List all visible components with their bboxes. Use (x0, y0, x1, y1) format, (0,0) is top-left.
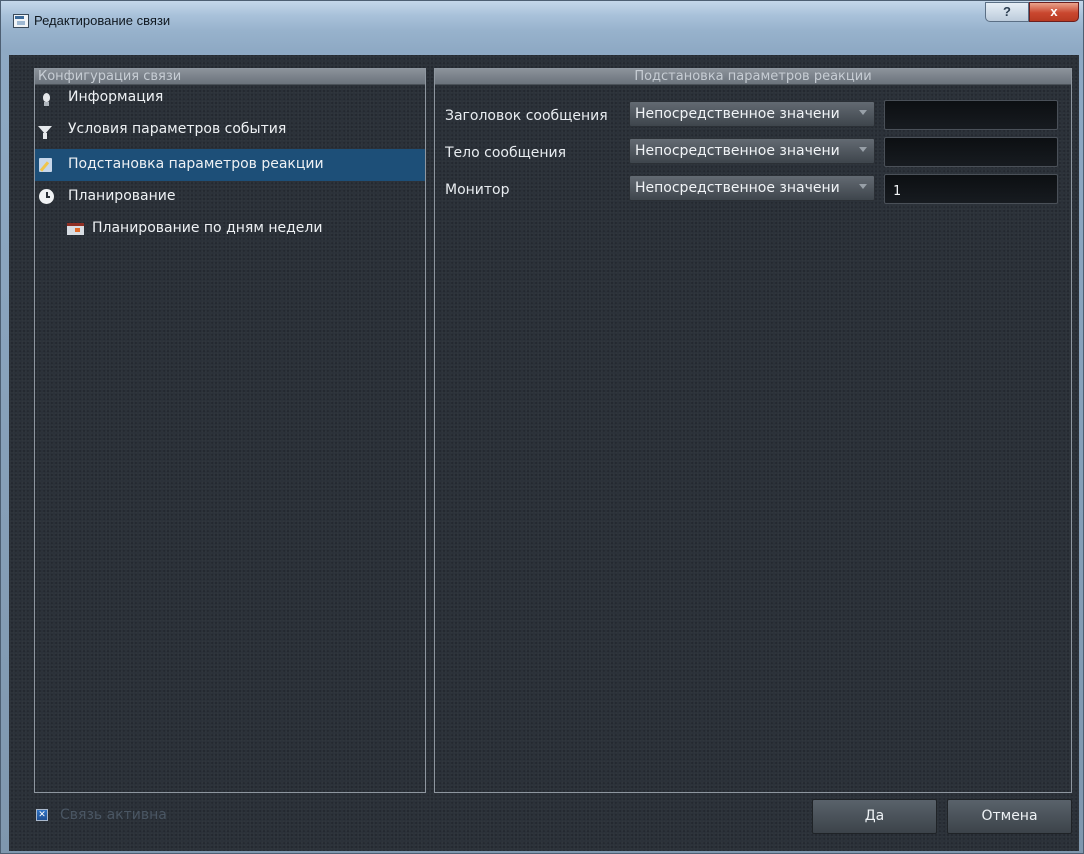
chevron-down-icon (859, 184, 867, 189)
tree-item-scheduling[interactable]: Планирование (35, 181, 425, 213)
active-checkbox-label: Связь активна (60, 807, 167, 823)
chevron-down-icon (859, 110, 867, 115)
dialog-window: Редактирование связи ? x Конфигурация св… (0, 0, 1084, 854)
tree-item-label: Планирование (68, 188, 176, 204)
cancel-button[interactable]: Отмена (947, 799, 1072, 834)
help-button[interactable]: ? (985, 2, 1029, 22)
tree-item-label: Информация (68, 89, 164, 105)
app-window-icon (13, 14, 29, 28)
dialog-content: Конфигурация связи Информация Условия па… (9, 55, 1079, 851)
param-row-message-title: Заголовок сообщения Непосредственное зна… (435, 100, 1071, 132)
calendar-icon (67, 221, 84, 236)
window-title: Редактирование связи (34, 13, 171, 28)
param-value-input[interactable]: 1 (884, 174, 1058, 204)
param-mode-value: Непосредственное значени (635, 143, 840, 159)
param-mode-value: Непосредственное значени (635, 180, 840, 196)
tree-item-label: Планирование по дням недели (92, 220, 323, 236)
tree-item-label: Условия параметров события (68, 121, 287, 137)
param-label: Тело сообщения (445, 145, 567, 161)
tree-item-label: Подстановка параметров реакции (68, 156, 324, 172)
param-mode-select[interactable]: Непосредственное значени (629, 175, 875, 201)
param-row-monitor: Монитор Непосредственное значени 1 (435, 174, 1071, 206)
config-tree-header: Конфигурация связи (35, 69, 425, 85)
filter-icon (38, 124, 53, 139)
active-checkbox[interactable]: ✕ (36, 809, 48, 821)
param-value-input[interactable] (884, 137, 1058, 167)
reaction-params-panel: Подстановка параметров реакции Заголовок… (434, 68, 1072, 793)
param-mode-select[interactable]: Непосредственное значени (629, 101, 875, 127)
chevron-down-icon (859, 147, 867, 152)
param-row-message-body: Тело сообщения Непосредственное значени (435, 137, 1071, 169)
tree-item-event-conditions[interactable]: Условия параметров события (35, 116, 425, 148)
ok-button[interactable]: Да (812, 799, 937, 834)
close-button[interactable]: x (1029, 2, 1079, 22)
param-mode-value: Непосредственное значени (635, 106, 840, 122)
lightbulb-icon (39, 93, 54, 108)
tree-item-reaction-params[interactable]: Подстановка параметров реакции (35, 149, 425, 181)
config-tree-panel: Конфигурация связи Информация Условия па… (34, 68, 426, 793)
param-label: Монитор (445, 182, 510, 198)
tree-item-information[interactable]: Информация (35, 85, 425, 117)
edit-icon (38, 157, 53, 172)
tree-item-weekday-scheduling[interactable]: Планирование по дням недели (35, 213, 425, 245)
param-value-input[interactable] (884, 100, 1058, 130)
title-bar[interactable]: Редактирование связи ? x (1, 1, 1084, 47)
param-label: Заголовок сообщения (445, 108, 608, 124)
reaction-params-header: Подстановка параметров реакции (435, 69, 1071, 85)
clock-icon (39, 189, 54, 204)
param-mode-select[interactable]: Непосредственное значени (629, 138, 875, 164)
